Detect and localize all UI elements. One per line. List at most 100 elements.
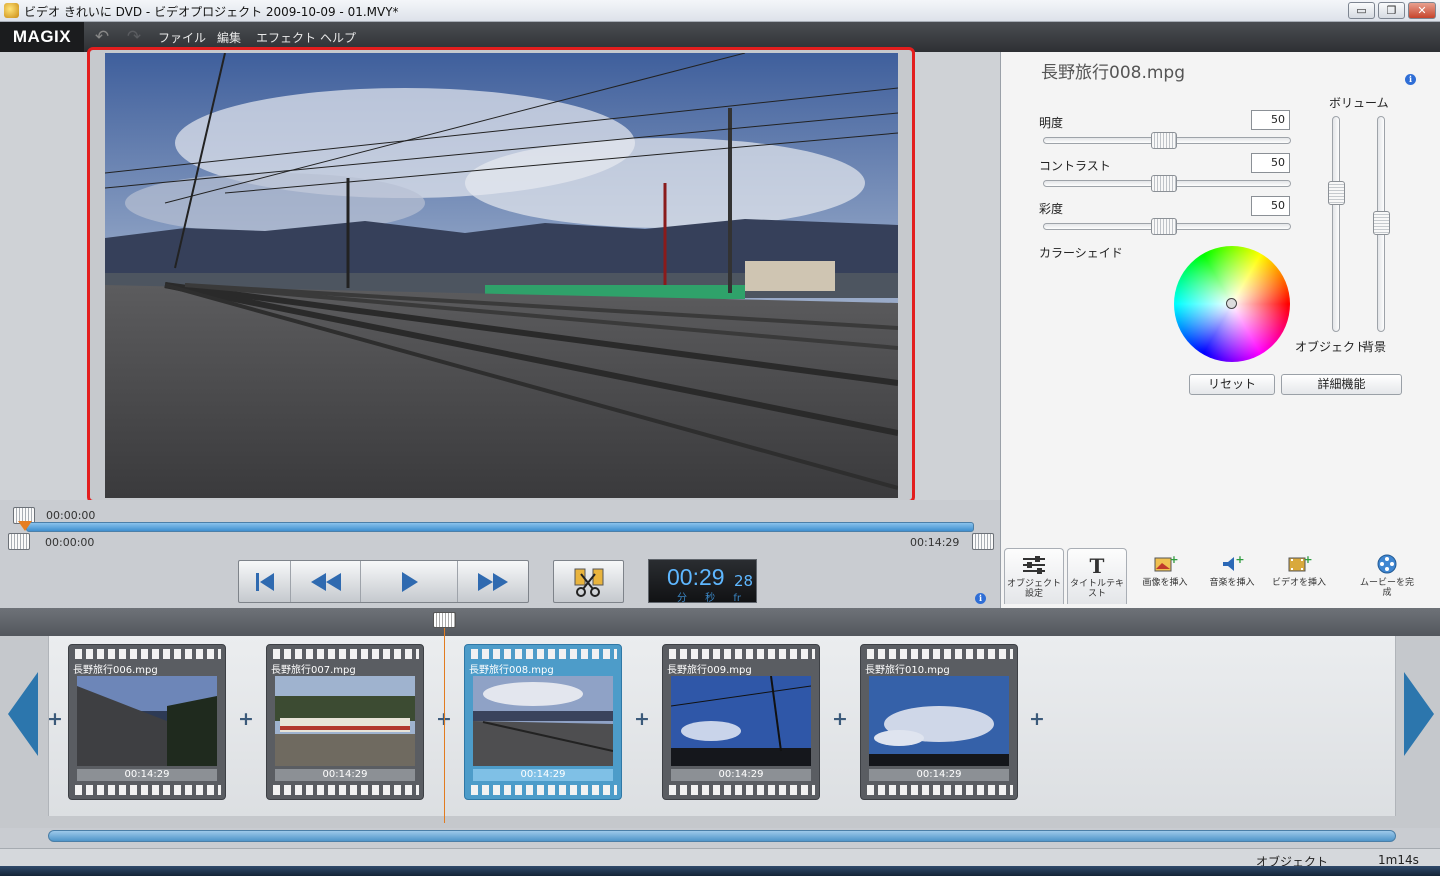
insert-point-button[interactable]: + (1028, 710, 1046, 729)
film-holes (867, 649, 1013, 659)
saturation-slider[interactable] (1043, 218, 1291, 235)
background-volume-label: 背景 (1362, 340, 1387, 354)
redo-icon[interactable]: ↷ (124, 27, 144, 47)
brightness-value[interactable]: 50 (1251, 110, 1290, 130)
transport-info-icon[interactable]: i (975, 593, 986, 604)
clip-card[interactable]: 長野旅行010.mpg 00:14:29 (860, 644, 1018, 800)
film-holes (471, 785, 617, 795)
tool-insert-video-label: ビデオを挿入 (1271, 578, 1326, 588)
contrast-slider-thumb[interactable] (1151, 175, 1177, 192)
insert-image-icon: + (1154, 554, 1178, 572)
insert-point-button[interactable]: + (237, 710, 255, 729)
fast-forward-button[interactable] (458, 561, 528, 602)
contrast-value[interactable]: 50 (1251, 153, 1290, 173)
rewind-button[interactable] (291, 561, 361, 602)
cut-button[interactable] (553, 560, 624, 603)
brightness-slider[interactable] (1043, 132, 1291, 149)
tool-finish-movie[interactable]: ムービーを完成 (1357, 548, 1417, 604)
out-point-handle[interactable] (972, 533, 994, 550)
color-shade-label: カラーシェイド (1039, 246, 1123, 260)
timecode-units: 分 秒 fr (677, 593, 741, 604)
play-button[interactable] (361, 561, 458, 602)
clip-name: 長野旅行008.mpg (469, 665, 554, 676)
clip-title: 長野旅行008.mpg (1041, 63, 1185, 83)
clip-thumbnail (77, 676, 217, 766)
object-volume-slider[interactable] (1328, 116, 1345, 332)
clip-thumbnail (473, 676, 613, 766)
end-timecode: 00:14:29 (910, 536, 960, 549)
in-point-handle[interactable] (8, 533, 30, 550)
film-holes (75, 785, 221, 795)
go-to-start-button[interactable] (239, 561, 291, 602)
timeline-scrollbar[interactable] (48, 830, 1396, 842)
tool-insert-music-label: 音楽を挿入 (1209, 578, 1255, 588)
clip-card[interactable]: 長野旅行007.mpg 00:14:29 (266, 644, 424, 800)
contrast-slider[interactable] (1043, 175, 1291, 192)
tool-object-settings[interactable]: オブジェクト設定 (1004, 548, 1064, 604)
color-wheel[interactable] (1174, 246, 1290, 362)
clip-card[interactable]: 長野旅行006.mpg 00:14:29 (68, 644, 226, 800)
magix-logo: MAGIX (0, 22, 84, 52)
color-wheel-picker[interactable] (1226, 298, 1237, 309)
clip-duration: 00:14:29 (77, 769, 217, 781)
scroll-left-arrow[interactable] (8, 672, 38, 756)
background-volume-thumb[interactable] (1373, 211, 1390, 235)
advanced-button[interactable]: 詳細機能 (1281, 374, 1402, 395)
rewind-icon (310, 572, 341, 591)
close-button[interactable]: ✕ (1408, 2, 1436, 19)
tool-finish-movie-label: ムービーを完成 (1359, 578, 1414, 598)
clip-thumbnail (275, 676, 415, 766)
playback-buttons (238, 560, 529, 603)
clip-name: 長野旅行007.mpg (271, 665, 356, 676)
film-reel-icon (1377, 554, 1397, 574)
film-holes (273, 785, 419, 795)
menu-edit[interactable]: 編集 (217, 29, 241, 46)
object-volume-thumb[interactable] (1328, 181, 1345, 205)
tool-insert-video[interactable]: + ビデオを挿入 (1269, 548, 1329, 604)
brightness-label: 明度 (1039, 116, 1064, 130)
playhead-handle[interactable] (433, 612, 456, 628)
video-preview-frame[interactable] (87, 47, 915, 503)
insert-point-button[interactable]: + (46, 710, 64, 729)
background-volume-slider[interactable] (1373, 116, 1390, 332)
object-settings-panel: 長野旅行008.mpg i 明度 50 コントラスト 50 彩度 50 カラーシ… (1000, 52, 1440, 608)
svg-text:+: + (1169, 554, 1178, 566)
scroll-right-arrow[interactable] (1404, 672, 1434, 756)
tool-title-text[interactable]: T タイトルテキスト (1067, 548, 1127, 604)
clip-card[interactable]: 長野旅行009.mpg 00:14:29 (662, 644, 820, 800)
menu-effects[interactable]: エフェクト (256, 29, 316, 46)
menu-help[interactable]: ヘルプ (320, 29, 356, 46)
tool-insert-image[interactable]: + 画像を挿入 (1135, 548, 1195, 604)
position-marker[interactable] (18, 521, 32, 531)
playhead-line (444, 620, 445, 823)
insert-point-button[interactable]: + (633, 710, 651, 729)
scrub-bar[interactable] (26, 522, 974, 532)
restore-button[interactable]: ❐ (1378, 2, 1405, 19)
tool-insert-music[interactable]: + 音楽を挿入 (1202, 548, 1262, 604)
object-volume-label: オブジェクト (1295, 340, 1368, 354)
fast-forward-icon (478, 572, 508, 591)
clip-thumbnail (869, 676, 1009, 766)
svg-text:T: T (1090, 555, 1105, 575)
film-holes (669, 785, 815, 795)
insert-point-button[interactable]: + (831, 710, 849, 729)
brightness-slider-thumb[interactable] (1151, 132, 1177, 149)
position-timecode: 00:00:00 (46, 509, 96, 522)
reset-button[interactable]: リセット (1189, 374, 1275, 395)
minimize-button[interactable]: ▭ (1348, 2, 1375, 19)
clip-duration: 00:14:29 (869, 769, 1009, 781)
title-t-icon: T (1090, 555, 1105, 575)
title-bar: ビデオ きれいに DVD - ビデオプロジェクト 2009-10-09 - 01… (0, 0, 1440, 22)
clip-card-selected[interactable]: 長野旅行008.mpg 00:14:29 (464, 644, 622, 800)
timeline-ruler[interactable] (0, 608, 1440, 636)
undo-icon[interactable]: ↶ (92, 27, 112, 47)
status-length: 1m14s (1378, 853, 1419, 867)
info-icon[interactable]: i (1405, 74, 1416, 85)
timecode-main: 00:29 (667, 564, 725, 590)
film-holes (273, 649, 419, 659)
saturation-slider-thumb[interactable] (1151, 218, 1177, 235)
timecode-frames: 28 (734, 572, 754, 590)
saturation-value[interactable]: 50 (1251, 196, 1290, 216)
menu-file[interactable]: ファイル (158, 29, 206, 46)
os-taskbar (0, 866, 1440, 876)
